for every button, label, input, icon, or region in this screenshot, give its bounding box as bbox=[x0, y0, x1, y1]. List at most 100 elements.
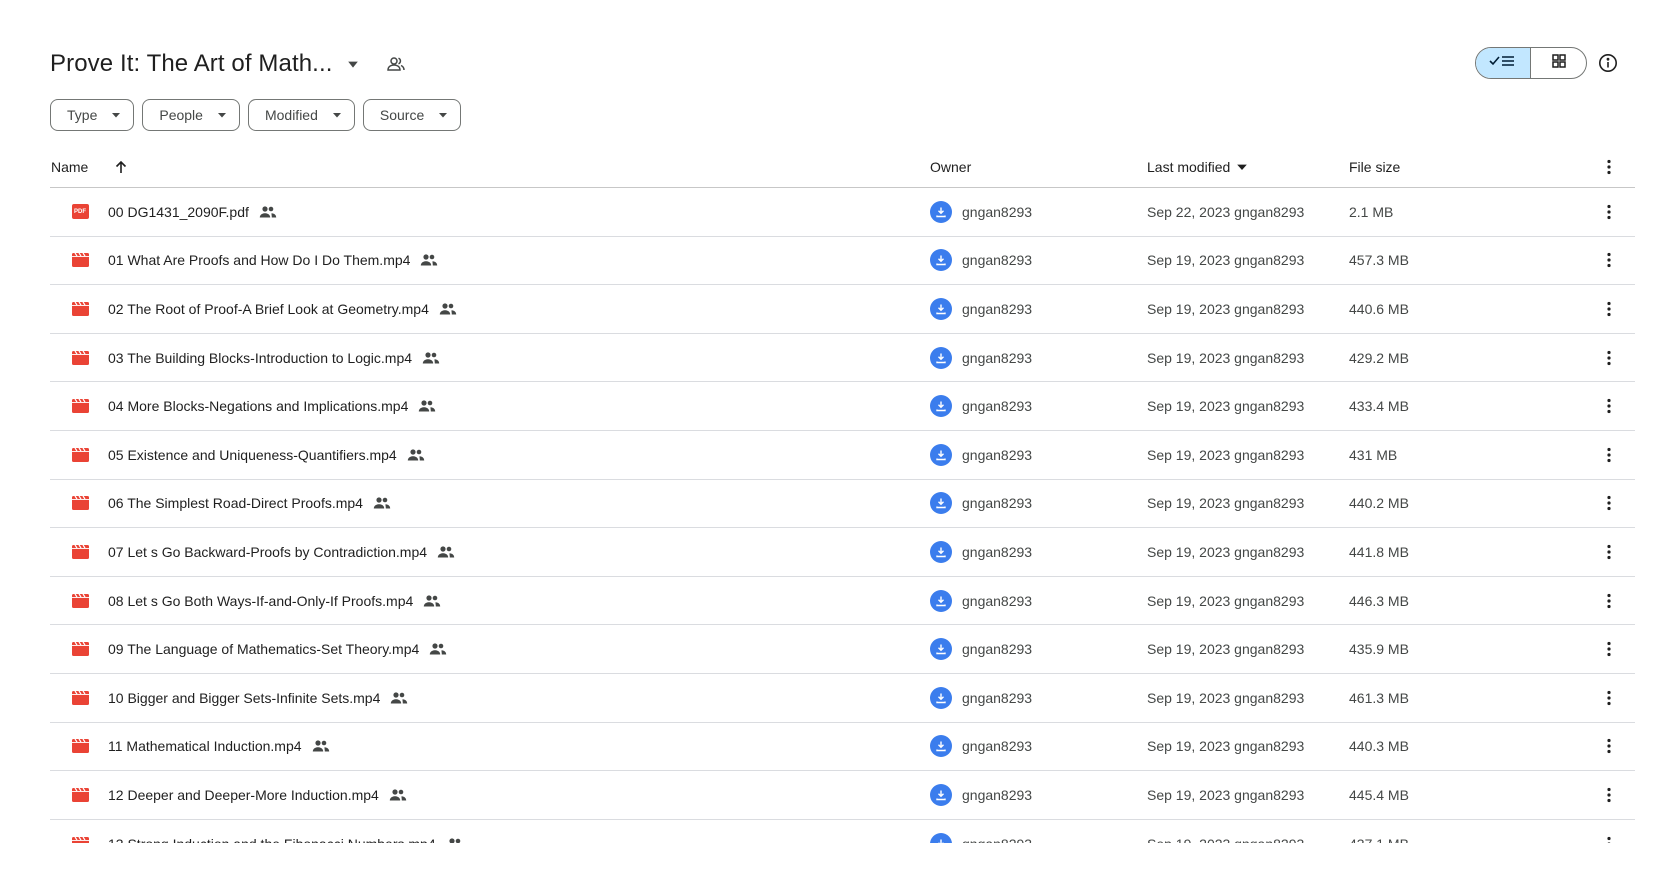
file-size-cell: 435.9 MB bbox=[1349, 625, 1409, 673]
owner-avatar[interactable] bbox=[930, 492, 952, 515]
file-size-text: 440.2 MB bbox=[1349, 495, 1409, 512]
file-name: 10 Bigger and Bigger Sets-Infinite Sets.… bbox=[108, 689, 381, 706]
table-row[interactable]: 05 Existence and Uniqueness-Quantifiers.… bbox=[50, 431, 1635, 480]
folder-title[interactable]: Prove It: The Art of Math... bbox=[50, 50, 332, 78]
file-type-icon-cell bbox=[70, 334, 90, 382]
table-row[interactable]: 03 The Building Blocks-Introduction to L… bbox=[50, 334, 1635, 383]
file-size-text: 461.3 MB bbox=[1349, 689, 1409, 706]
file-size-text: 457.3 MB bbox=[1349, 252, 1409, 269]
info-icon[interactable] bbox=[1596, 51, 1620, 75]
owner-name: gngan8293 bbox=[962, 398, 1033, 415]
last-modified-cell: Sep 19, 2023 gngan8293 bbox=[1147, 431, 1304, 479]
video-file-icon bbox=[71, 739, 89, 754]
owner-cell: gngan8293 bbox=[930, 188, 1032, 236]
more-vert-icon[interactable] bbox=[1597, 334, 1621, 382]
owner-avatar[interactable] bbox=[930, 589, 952, 612]
table-row[interactable]: 12 Deeper and Deeper-More Induction.mp4 … bbox=[50, 771, 1635, 820]
more-vert-icon[interactable] bbox=[1597, 188, 1621, 236]
more-vert-icon[interactable] bbox=[1597, 674, 1621, 722]
file-size-text: 446.3 MB bbox=[1349, 592, 1409, 609]
video-file-icon bbox=[71, 399, 89, 414]
table-header: Name Owner Last modified File size bbox=[50, 146, 1635, 188]
file-type-icon-cell bbox=[70, 285, 90, 333]
owner-column-header[interactable]: Owner bbox=[930, 159, 971, 175]
owner-header-label: Owner bbox=[930, 158, 972, 175]
file-name: 05 Existence and Uniqueness-Quantifiers.… bbox=[108, 446, 397, 463]
owner-name: gngan8293 bbox=[962, 446, 1033, 463]
file-size-text: 445.4 MB bbox=[1349, 786, 1409, 803]
type-filter-chip[interactable]: Type bbox=[50, 99, 135, 131]
owner-avatar[interactable] bbox=[930, 443, 952, 466]
more-vert-icon[interactable] bbox=[1597, 771, 1621, 819]
file-size-column-header[interactable]: File size bbox=[1349, 159, 1400, 175]
more-vert-icon[interactable] bbox=[1597, 577, 1621, 625]
owner-avatar[interactable] bbox=[930, 686, 952, 709]
last-modified-text: Sep 19, 2023 gngan8293 bbox=[1147, 495, 1305, 512]
shared-icon bbox=[430, 643, 447, 655]
more-vert-icon[interactable] bbox=[1597, 723, 1621, 771]
table-row[interactable]: 11 Mathematical Induction.mp4 gngan8293 … bbox=[50, 723, 1635, 772]
owner-avatar[interactable] bbox=[930, 346, 952, 369]
modified-filter-chip[interactable]: Modified bbox=[247, 99, 355, 131]
owner-avatar[interactable] bbox=[930, 395, 952, 418]
file-name: 00 DG1431_2090F.pdf bbox=[108, 203, 249, 220]
owner-avatar[interactable] bbox=[930, 540, 952, 563]
grid-view-button[interactable] bbox=[1531, 48, 1586, 78]
more-vert-icon[interactable] bbox=[1597, 285, 1621, 333]
name-column-header[interactable]: Name bbox=[51, 159, 128, 175]
table-row[interactable]: 06 The Simplest Road-Direct Proofs.mp4 g… bbox=[50, 480, 1635, 529]
download-icon bbox=[936, 790, 946, 801]
owner-avatar[interactable] bbox=[930, 200, 952, 223]
last-modified-column-header[interactable]: Last modified bbox=[1147, 159, 1248, 175]
more-vert-icon[interactable] bbox=[1597, 159, 1621, 175]
more-vert-icon[interactable] bbox=[1597, 431, 1621, 479]
arrow-drop-down-icon bbox=[217, 113, 226, 118]
last-modified-cell: Sep 19, 2023 gngan8293 bbox=[1147, 382, 1304, 430]
file-size-text: 2.1 MB bbox=[1349, 203, 1394, 220]
people-filter-chip[interactable]: People bbox=[142, 99, 240, 131]
shared-icon bbox=[389, 789, 407, 801]
video-file-icon bbox=[71, 301, 89, 316]
download-icon bbox=[936, 304, 946, 315]
file-rows: PDF 00 DG1431_2090F.pdf gngan8293 Sep 22… bbox=[50, 188, 1635, 869]
chip-label: Type bbox=[67, 107, 98, 123]
owner-avatar[interactable] bbox=[930, 297, 952, 320]
owner-avatar[interactable] bbox=[930, 249, 952, 272]
chip-label: Source bbox=[379, 107, 425, 123]
file-size-cell: 429.2 MB bbox=[1349, 334, 1409, 382]
scroll-clip bbox=[0, 843, 1680, 892]
last-modified-cell: Sep 19, 2023 gngan8293 bbox=[1147, 625, 1304, 673]
shared-folder-icon[interactable] bbox=[384, 52, 408, 76]
more-vert-icon[interactable] bbox=[1597, 480, 1621, 528]
table-row[interactable]: 04 More Blocks-Negations and Implication… bbox=[50, 382, 1635, 431]
grid-icon bbox=[1551, 53, 1566, 73]
table-row[interactable]: 02 The Root of Proof-A Brief Look at Geo… bbox=[50, 285, 1635, 334]
more-vert-icon[interactable] bbox=[1597, 382, 1621, 430]
owner-avatar[interactable] bbox=[930, 638, 952, 661]
more-vert-icon[interactable] bbox=[1597, 528, 1621, 576]
video-file-icon bbox=[71, 350, 89, 365]
owner-cell: gngan8293 bbox=[930, 723, 1032, 771]
owner-avatar[interactable] bbox=[930, 783, 952, 806]
arrow-drop-down-icon[interactable] bbox=[338, 49, 368, 79]
table-row[interactable]: 01 What Are Proofs and How Do I Do Them.… bbox=[50, 237, 1635, 286]
table-row[interactable]: PDF 00 DG1431_2090F.pdf gngan8293 Sep 22… bbox=[50, 188, 1635, 237]
owner-avatar[interactable] bbox=[930, 735, 952, 758]
file-size-cell: 461.3 MB bbox=[1349, 674, 1409, 722]
table-row[interactable]: 10 Bigger and Bigger Sets-Infinite Sets.… bbox=[50, 674, 1635, 723]
shared-icon bbox=[373, 497, 391, 509]
arrow-upward-icon[interactable] bbox=[114, 160, 128, 174]
source-filter-chip[interactable]: Source bbox=[362, 99, 462, 131]
shared-icon bbox=[439, 303, 457, 315]
list-view-button[interactable] bbox=[1476, 48, 1532, 78]
file-type-icon-cell bbox=[70, 674, 90, 722]
last-modified-cell: Sep 19, 2023 gngan8293 bbox=[1147, 771, 1304, 819]
more-vert-icon[interactable] bbox=[1597, 625, 1621, 673]
table-row[interactable]: 07 Let s Go Backward-Proofs by Contradic… bbox=[50, 528, 1635, 577]
file-size-cell: 440.2 MB bbox=[1349, 480, 1409, 528]
table-row[interactable]: 08 Let s Go Both Ways-If-and-Only-If Pro… bbox=[50, 577, 1635, 626]
file-name: 11 Mathematical Induction.mp4 bbox=[108, 738, 302, 755]
more-vert-icon[interactable] bbox=[1597, 237, 1621, 285]
table-row[interactable]: 09 The Language of Mathematics-Set Theor… bbox=[50, 625, 1635, 674]
last-modified-cell: Sep 19, 2023 gngan8293 bbox=[1147, 334, 1304, 382]
